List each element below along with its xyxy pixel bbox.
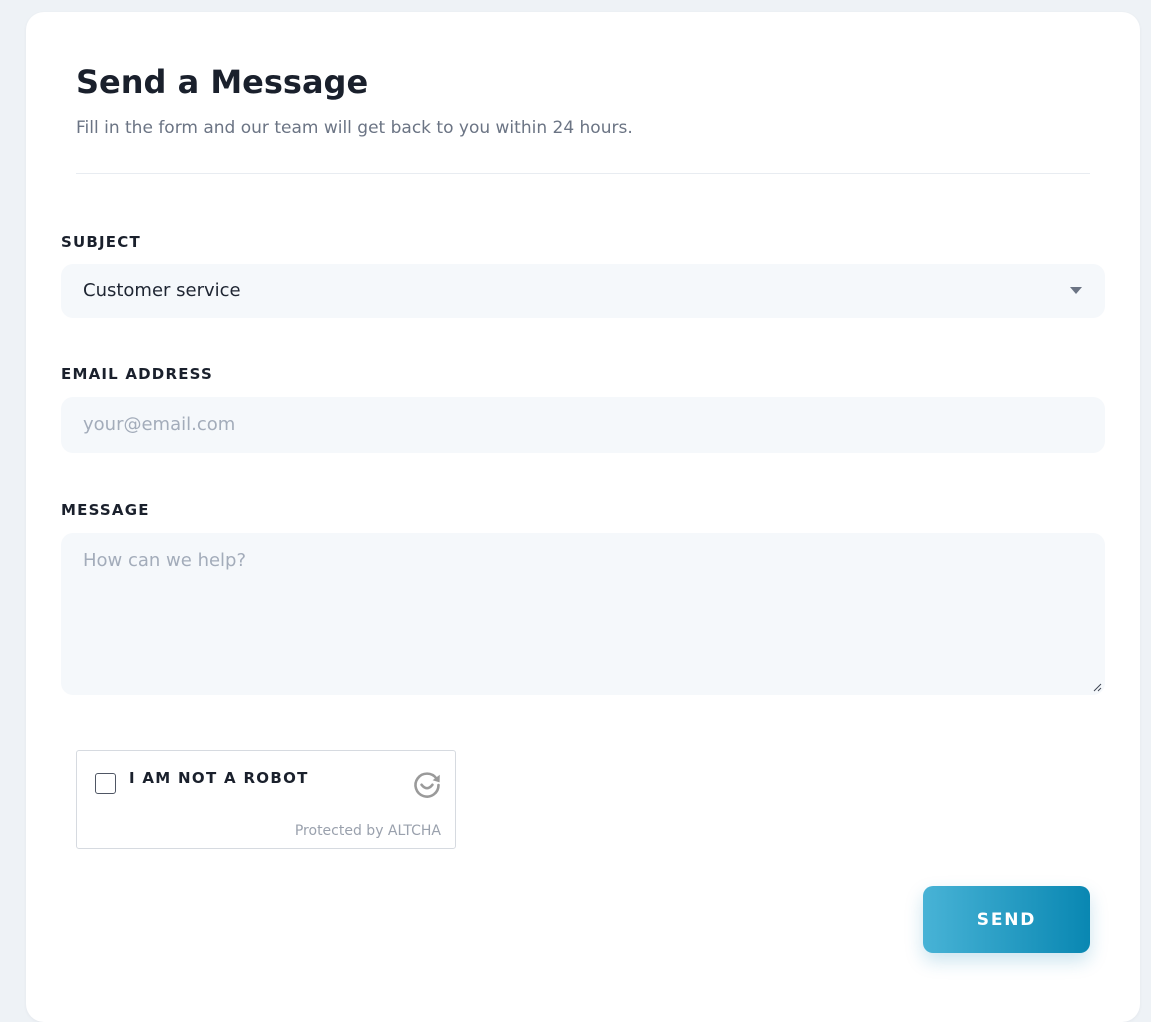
message-placeholder: How can we help? (83, 550, 247, 571)
contact-form-card: Send a Message Fill in the form and our … (26, 12, 1140, 1022)
chevron-down-icon (1070, 287, 1082, 294)
email-label: EMAIL ADDRESS (61, 365, 213, 383)
resize-grip-icon[interactable] (1092, 682, 1102, 692)
captcha-checkbox[interactable] (95, 773, 116, 794)
page-title: Send a Message (76, 63, 369, 101)
captcha-footer: Protected by ALTCHA (294, 823, 441, 839)
captcha-label[interactable]: I AM NOT A ROBOT (129, 769, 309, 788)
header-divider (76, 173, 1090, 174)
captcha-widget: I AM NOT A ROBOT Protected by ALTCHA (76, 750, 456, 849)
altcha-refresh-icon (414, 772, 440, 798)
subject-selected-value: Customer service (83, 280, 241, 301)
message-label: MESSAGE (61, 501, 150, 519)
send-button[interactable]: SEND (923, 886, 1090, 953)
email-field[interactable]: your@email.com (61, 397, 1105, 453)
subject-select[interactable]: Customer service (61, 264, 1105, 318)
page-subtitle: Fill in the form and our team will get b… (76, 118, 633, 138)
message-textarea[interactable]: How can we help? (61, 533, 1105, 695)
email-placeholder: your@email.com (83, 414, 236, 435)
subject-label: SUBJECT (61, 233, 141, 251)
